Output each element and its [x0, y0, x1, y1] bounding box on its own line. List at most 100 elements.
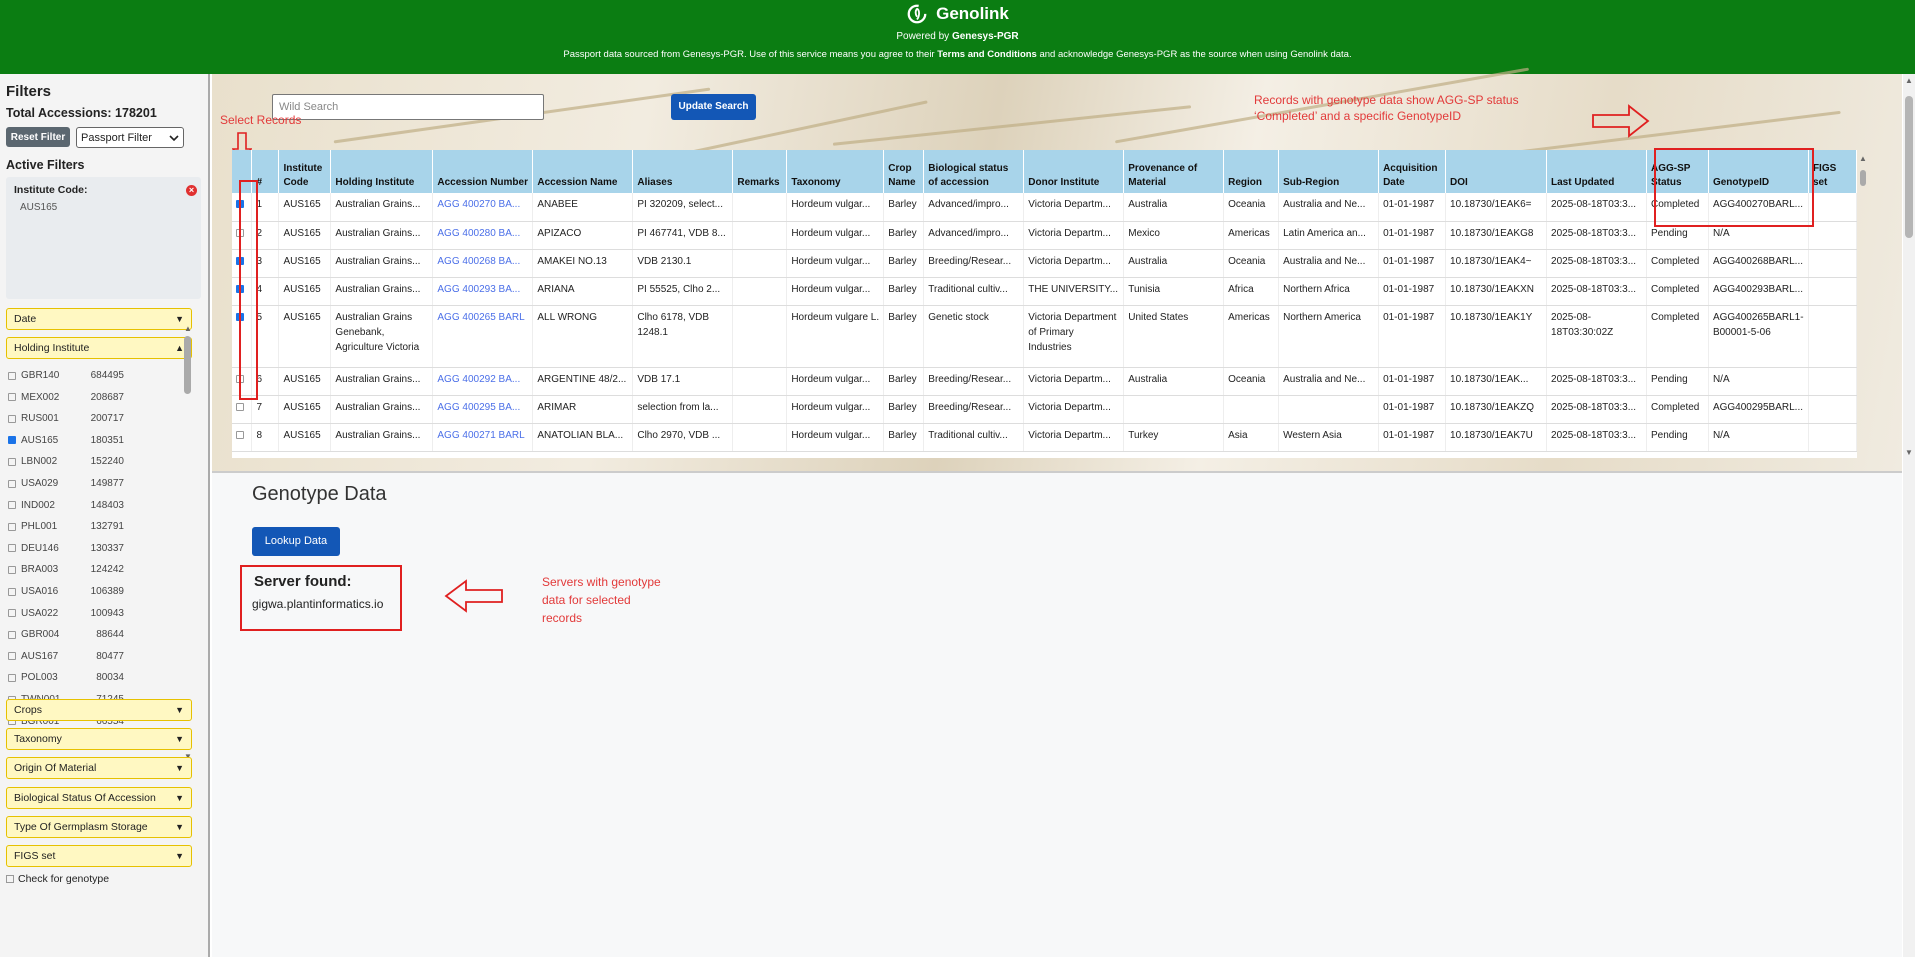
- institute-item[interactable]: POL003 80034: [8, 672, 124, 683]
- data-notice: Passport data sourced from Genesys-PGR. …: [0, 49, 1915, 60]
- institute-checkbox[interactable]: [8, 587, 16, 596]
- institute-checkbox[interactable]: [8, 371, 16, 380]
- table-row[interactable]: 6 AUS165 Australian Grains... AGG 400292 BA…: [232, 367, 1857, 396]
- institute-checkbox[interactable]: [8, 673, 16, 682]
- lookup-data-button[interactable]: Lookup Data: [252, 527, 340, 556]
- column-header[interactable]: Acquisition Date: [1378, 150, 1447, 193]
- institute-count: 149877: [90, 478, 124, 489]
- accordion-type-of-germplasm-storage[interactable]: Type Of Germplasm Storage ▼: [6, 815, 192, 838]
- cell-acc[interactable]: AGG 400265 BARL: [432, 305, 534, 368]
- institute-item[interactable]: BRA003 124242: [8, 564, 124, 575]
- institute-item[interactable]: DEU146 130337: [8, 543, 124, 554]
- table-row[interactable]: 2 AUS165 Australian Grains... AGG 400280 BA…: [232, 221, 1857, 250]
- institute-checkbox[interactable]: [8, 393, 16, 402]
- institute-checkbox[interactable]: [8, 609, 16, 618]
- cell-acc[interactable]: AGG 400295 BA...: [432, 395, 534, 424]
- column-header[interactable]: Holding Institute: [330, 150, 434, 193]
- column-header[interactable]: Institute Code: [278, 150, 332, 193]
- column-header[interactable]: Last Updated: [1546, 150, 1647, 193]
- institute-item[interactable]: MEX002 208687: [8, 392, 124, 403]
- column-header[interactable]: Aliases: [632, 150, 734, 193]
- scroll-up-icon[interactable]: ▲: [1905, 76, 1913, 85]
- cell-tax: Hordeum vulgare L.: [786, 305, 885, 368]
- row-checkbox[interactable]: [236, 402, 244, 411]
- institute-item[interactable]: IND002 148403: [8, 500, 124, 511]
- table-row[interactable]: 4 AUS165 Australian Grains... AGG 400293 BA…: [232, 277, 1857, 306]
- terms-link[interactable]: Terms and Conditions: [937, 49, 1037, 60]
- column-header[interactable]: FIGS set: [1808, 150, 1857, 193]
- cell-gid: AGG400268BARL...: [1708, 249, 1809, 278]
- column-header[interactable]: Accession Name: [532, 150, 634, 193]
- table-row[interactable]: 3 AUS165 Australian Grains... AGG 400268 BA…: [232, 249, 1857, 278]
- institute-checkbox[interactable]: [8, 522, 16, 531]
- cell-crop: Barley: [883, 305, 925, 368]
- column-header[interactable]: Crop Name: [883, 150, 925, 193]
- cell-doi: 10.18730/1EAK7U: [1445, 423, 1548, 452]
- column-header[interactable]: Region: [1223, 150, 1280, 193]
- institute-checkbox[interactable]: [8, 479, 16, 488]
- institute-item[interactable]: USA016 106389: [8, 586, 124, 597]
- scrollbar-thumb[interactable]: [184, 336, 191, 394]
- update-search-button[interactable]: Update Search: [671, 94, 756, 120]
- institute-item[interactable]: AUS167 80477: [8, 651, 124, 662]
- triangle-down-icon: ▼: [175, 851, 184, 861]
- scrollbar-thumb[interactable]: [1905, 96, 1913, 238]
- table-row[interactable]: 1 AUS165 Australian Grains... AGG 400270 BA…: [232, 193, 1857, 222]
- institute-list-scrollbar[interactable]: ▲ ▼: [183, 324, 192, 764]
- accordion-origin-of-material[interactable]: Origin Of Material ▼: [6, 757, 192, 780]
- column-header[interactable]: Remarks: [732, 150, 788, 193]
- column-header[interactable]: Taxonomy: [786, 150, 885, 193]
- cell-acc[interactable]: AGG 400280 BA...: [432, 221, 534, 250]
- scroll-up-icon[interactable]: ▲: [1859, 154, 1867, 163]
- reset-filter-button[interactable]: Reset Filter: [6, 127, 70, 147]
- institute-item[interactable]: USA022 100943: [8, 608, 124, 619]
- institute-checkbox[interactable]: [8, 565, 16, 574]
- institute-item[interactable]: GBR140 684495: [8, 370, 124, 381]
- filter-type-select[interactable]: Passport Filter: [76, 127, 184, 148]
- column-header[interactable]: DOI: [1445, 150, 1548, 193]
- institute-checkbox[interactable]: [8, 544, 16, 553]
- institute-item[interactable]: AUS165 180351: [8, 435, 124, 446]
- institute-checkbox[interactable]: [8, 457, 16, 466]
- row-checkbox[interactable]: [236, 430, 244, 439]
- accordion-figs-set[interactable]: FIGS set ▼: [6, 845, 192, 867]
- cell-acc[interactable]: AGG 400293 BA...: [432, 277, 534, 306]
- institute-item[interactable]: GBR004 88644: [8, 629, 124, 640]
- table-row[interactable]: 5 AUS165 Australian Grains Genebank, Agric…: [232, 305, 1857, 368]
- table-row[interactable]: 7 AUS165 Australian Grains... AGG 400295 BA…: [232, 395, 1857, 424]
- cell-acc[interactable]: AGG 400292 BA...: [432, 367, 534, 396]
- scroll-down-icon[interactable]: ▼: [1905, 448, 1913, 457]
- institute-item[interactable]: USA029 149877: [8, 478, 124, 489]
- table-row[interactable]: 8 AUS165 Australian Grains... AGG 400271 BA…: [232, 423, 1857, 452]
- genotype-checkbox[interactable]: [6, 875, 14, 883]
- column-header[interactable]: Donor Institute: [1023, 150, 1125, 193]
- institute-checkbox[interactable]: [8, 652, 16, 661]
- scrollbar-thumb[interactable]: [1860, 170, 1866, 186]
- cell-donor: Victoria Departm...: [1023, 395, 1125, 424]
- institute-code: MEX002: [21, 391, 60, 403]
- institute-checkbox[interactable]: [8, 630, 16, 639]
- institute-item[interactable]: PHL001 132791: [8, 521, 124, 532]
- column-header[interactable]: Sub-Region: [1278, 150, 1380, 193]
- remove-filter-icon[interactable]: ×: [186, 185, 197, 196]
- institute-checkbox[interactable]: [8, 436, 16, 445]
- cell-acc[interactable]: AGG 400270 BA...: [432, 193, 534, 222]
- server-found-box: Server found: gigwa.plantinformatics.io: [240, 565, 402, 631]
- cell-acc[interactable]: AGG 400271 BARL: [432, 423, 534, 452]
- page-scrollbar[interactable]: ▲ ▼: [1903, 74, 1915, 957]
- column-header[interactable]: Accession Number: [432, 150, 534, 193]
- wild-search-input[interactable]: Wild Search: [272, 94, 544, 120]
- institute-checkbox[interactable]: [8, 501, 16, 510]
- institute-checkbox[interactable]: [8, 414, 16, 423]
- accordion-biological-status-of-accession[interactable]: Biological Status Of Accession ▼: [6, 786, 192, 809]
- institute-item[interactable]: RUS001 200717: [8, 413, 124, 424]
- cell-acc[interactable]: AGG 400268 BA...: [432, 249, 534, 278]
- genotype-checkbox-row[interactable]: Check for genotype: [6, 873, 109, 885]
- accordion-taxonomy[interactable]: Taxonomy ▼: [6, 728, 192, 751]
- table-scrollbar[interactable]: ▲: [1858, 154, 1868, 454]
- scroll-up-icon[interactable]: ▲: [184, 324, 192, 333]
- institute-item[interactable]: LBN002 152240: [8, 456, 124, 467]
- column-header[interactable]: Biological status of accession: [923, 150, 1025, 193]
- column-header[interactable]: Provenance of Material: [1123, 150, 1225, 193]
- accordion-crops[interactable]: Crops ▼: [6, 699, 192, 721]
